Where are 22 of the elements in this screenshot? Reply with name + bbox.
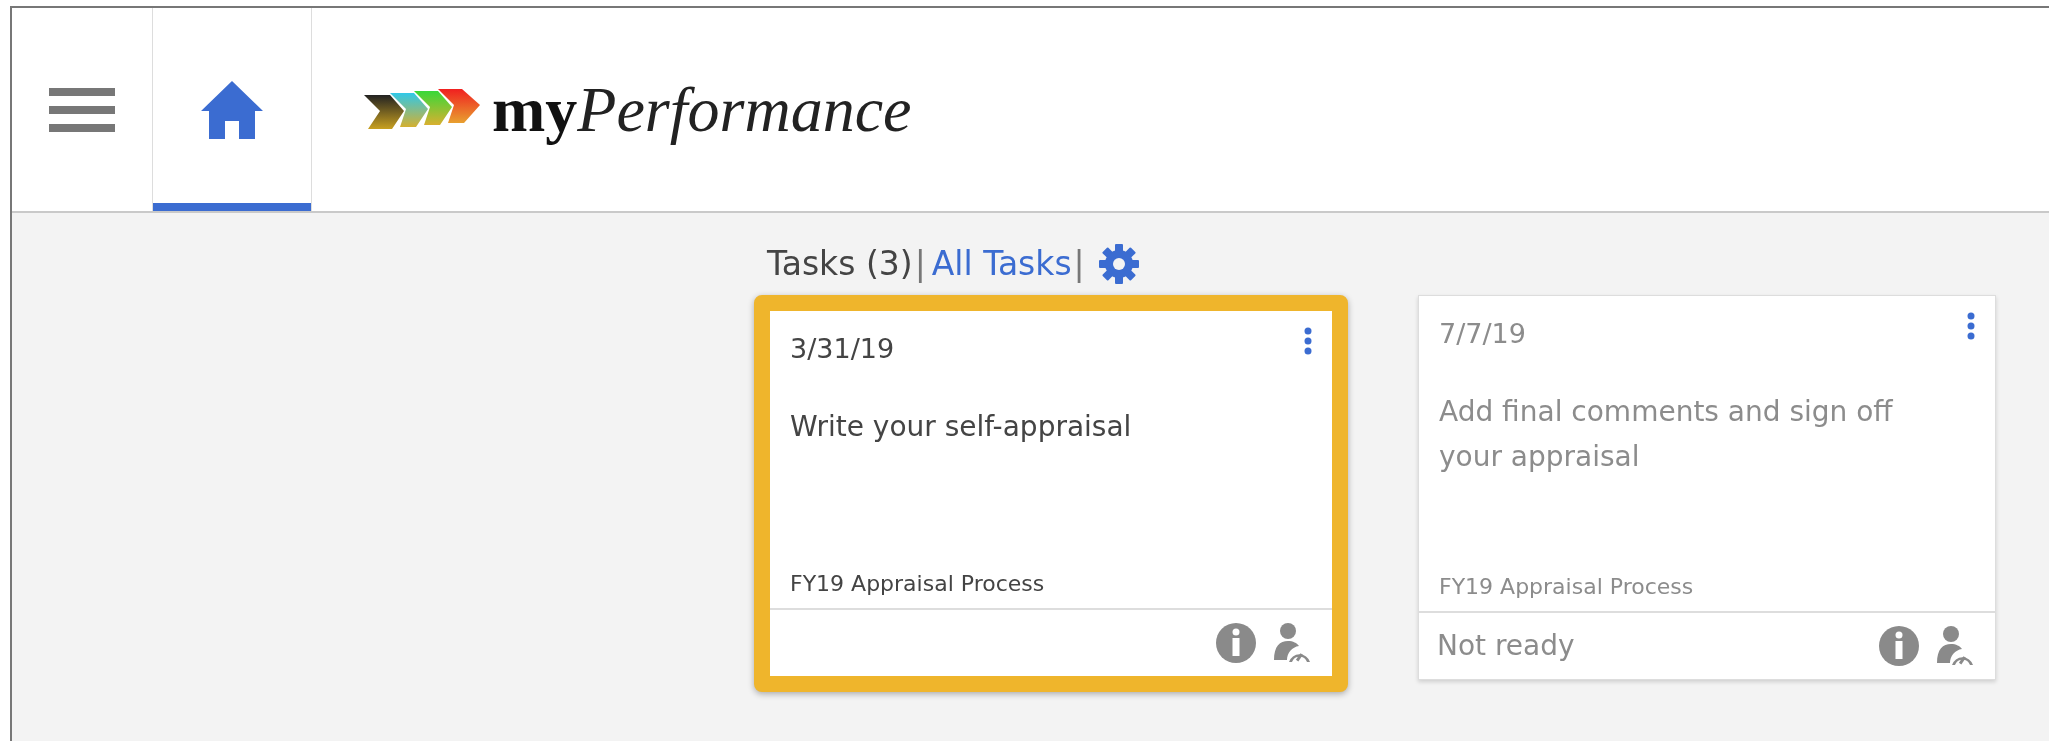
more-options-icon [1304,326,1312,355]
settings-button[interactable] [1098,243,1139,284]
person-gauge-icon[interactable] [1272,621,1310,664]
tasks-count-label: Tasks (3) [767,243,913,285]
process-name: FY19 Appraisal Process [790,569,1046,598]
home-icon [201,80,263,139]
all-tasks-link[interactable]: All Tasks [931,239,1072,289]
info-icon[interactable] [1216,622,1256,663]
status-text: Not ready [1437,627,1575,664]
task-title: Write your self-appraisal [790,409,1133,445]
app-logo-text: myPerformance [492,72,912,147]
task-title: Add final comments and sign off your appraisal [1439,394,1894,475]
settings-icon [1098,243,1139,284]
separator: | [914,243,926,285]
process-name: FY19 Appraisal Process [1439,572,1695,601]
menu-icon [49,85,115,134]
separator: | [1073,243,1085,285]
more-options-icon [1967,311,1975,340]
home-tab[interactable] [152,8,312,211]
task-card[interactable]: 3/31/19 Write your self-appraisal FY19 Appraisal Process [754,294,1348,692]
due-date: 7/7/19 [1439,316,1526,351]
due-date: 3/31/19 [790,331,895,366]
